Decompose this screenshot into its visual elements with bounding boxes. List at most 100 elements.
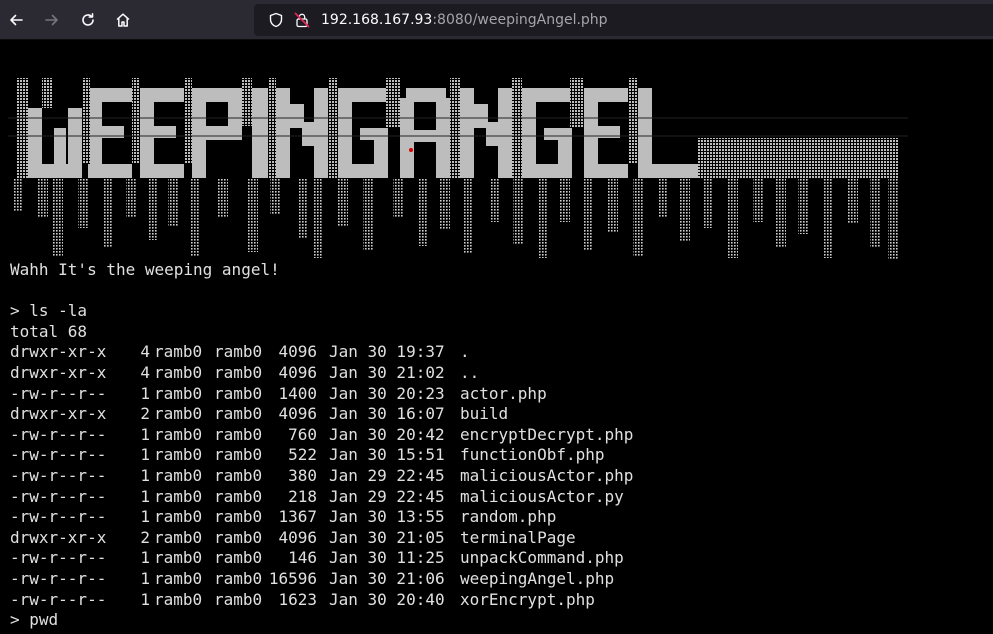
table-row: -rw-r--r-- 1 ramb0 ramb0 218 Jan 29 22:45 mali… [10,487,633,508]
ls-name: .. [460,362,480,382]
ls-links: 4 [140,362,150,382]
ls-user: ramb0 [154,404,203,424]
ls-group: ramb0 [214,445,263,465]
ls-group: ramb0 [214,486,263,506]
ls-listing: drwxr-xr-x 4 ramb0 ramb0 4096 Jan 30 19:37. dr… [10,342,633,610]
home-button[interactable] [109,6,137,34]
forward-button[interactable] [38,6,66,34]
ls-user: ramb0 [154,548,203,568]
ls-perm: drwxr-xr-x [10,342,107,362]
table-row: drwxr-xr-x 4 ramb0 ramb0 4096 Jan 30 21:02.. [10,363,633,384]
ls-size: 4096 [278,404,317,424]
banner-red-dot [409,148,413,152]
ls-perm: -rw-r--r-- [10,465,107,485]
ls-date: Jan 30 13:55 [329,507,445,527]
ls-size: 4096 [278,527,317,547]
ls-group: ramb0 [214,424,263,444]
ls-perm: -rw-r--r-- [10,548,107,568]
reload-button[interactable] [74,6,102,34]
weeping-angel-banner [8,78,908,260]
command-pwd: > pwd [10,610,59,630]
ls-name: random.php [460,507,557,527]
total-line: total 68 [10,321,88,341]
ls-group: ramb0 [214,548,263,568]
address-bar[interactable]: 192.168.167.93:8080/weepingAngel.php [254,4,993,36]
url-text[interactable]: 192.168.167.93:8080/weepingAngel.php [321,4,608,36]
ls-name: terminalPage [460,527,576,547]
ls-user: ramb0 [154,589,203,609]
ls-group: ramb0 [214,465,263,485]
table-row: -rw-r--r-- 1 ramb0 ramb0 1367 Jan 30 13:55 ran… [10,507,633,528]
ls-perm: drwxr-xr-x [10,362,107,382]
ls-date: Jan 30 20:40 [329,589,445,609]
ls-user: ramb0 [154,527,203,547]
ls-size: 146 [288,548,317,568]
terminal-output: Wahh It's the weeping angel! > ls -la to… [10,260,633,631]
ls-size: 1400 [278,383,317,403]
ls-size: 16596 [268,568,317,588]
ls-group: ramb0 [214,404,263,424]
back-button[interactable] [2,6,30,34]
ls-date: Jan 30 21:02 [329,362,445,382]
ls-user: ramb0 [154,424,203,444]
ls-name: . [460,342,470,362]
reload-icon [82,13,94,26]
ls-links: 1 [140,507,150,527]
ls-name: encryptDecrypt.php [460,424,634,444]
ls-size: 1623 [278,589,317,609]
ls-links: 2 [140,527,150,547]
ls-name: unpackCommand.php [460,548,624,568]
table-row: -rw-r--r-- 1 ramb0 ramb0 760 Jan 30 20:42 encr… [10,425,633,446]
ls-date: Jan 30 15:51 [329,445,445,465]
ls-links: 2 [140,404,150,424]
ls-user: ramb0 [154,486,203,506]
table-row: -rw-r--r-- 1 ramb0 ramb0 16596 Jan 30 21:06 we… [10,569,633,590]
ls-perm: -rw-r--r-- [10,507,107,527]
ls-user: ramb0 [154,465,203,485]
ls-group: ramb0 [214,507,263,527]
table-row: drwxr-xr-x 4 ramb0 ramb0 4096 Jan 30 19:37. [10,342,633,363]
ls-group: ramb0 [214,568,263,588]
ls-name: actor.php [460,383,547,403]
ls-links: 1 [140,383,150,403]
back-arrow-icon [10,14,23,26]
ls-size: 380 [288,465,317,485]
ls-date: Jan 30 20:42 [329,424,445,444]
ls-group: ramb0 [214,527,263,547]
ls-perm: -rw-r--r-- [10,445,107,465]
ls-name: maliciousActor.php [460,465,634,485]
ls-name: xorEncrypt.php [460,589,595,609]
ls-links: 1 [140,465,150,485]
table-row: -rw-r--r-- 1 ramb0 ramb0 1400 Jan 30 20:23 act… [10,384,633,405]
ls-size: 4096 [278,342,317,362]
ls-date: Jan 29 22:45 [329,465,445,485]
ls-perm: -rw-r--r-- [10,568,107,588]
table-row: -rw-r--r-- 1 ramb0 ramb0 146 Jan 30 11:25 unpa… [10,548,633,569]
command-ls: > ls -la [10,301,88,321]
ls-user: ramb0 [154,445,203,465]
ls-links: 1 [140,424,150,444]
url-host: 192.168.167.93 [321,12,433,28]
ls-links: 1 [140,589,150,609]
ls-name: maliciousActor.py [460,486,624,506]
ls-name: functionObf.php [460,445,605,465]
ls-group: ramb0 [214,342,263,362]
ls-perm: -rw-r--r-- [10,424,107,444]
shield-icon[interactable] [268,12,284,28]
table-row: drwxr-xr-x 2 ramb0 ramb0 4096 Jan 30 21:05 ter… [10,528,633,549]
url-path: :8080/weepingAngel.php [432,12,608,28]
ls-date: Jan 30 21:06 [329,568,445,588]
ls-links: 1 [140,548,150,568]
ls-links: 1 [140,486,150,506]
ls-perm: -rw-r--r-- [10,589,107,609]
table-row: drwxr-xr-x 2 ramb0 ramb0 4096 Jan 30 16:07 bui… [10,404,633,425]
ls-perm: drwxr-xr-x [10,404,107,424]
insecure-lock-icon[interactable] [294,12,310,28]
ls-date: Jan 30 20:23 [329,383,445,403]
banner-letters [28,88,698,178]
ls-name: weepingAngel.php [460,568,615,588]
banner-drips [13,178,898,260]
ls-links: 1 [140,568,150,588]
ls-date: Jan 30 11:25 [329,548,445,568]
ls-size: 4096 [278,362,317,382]
